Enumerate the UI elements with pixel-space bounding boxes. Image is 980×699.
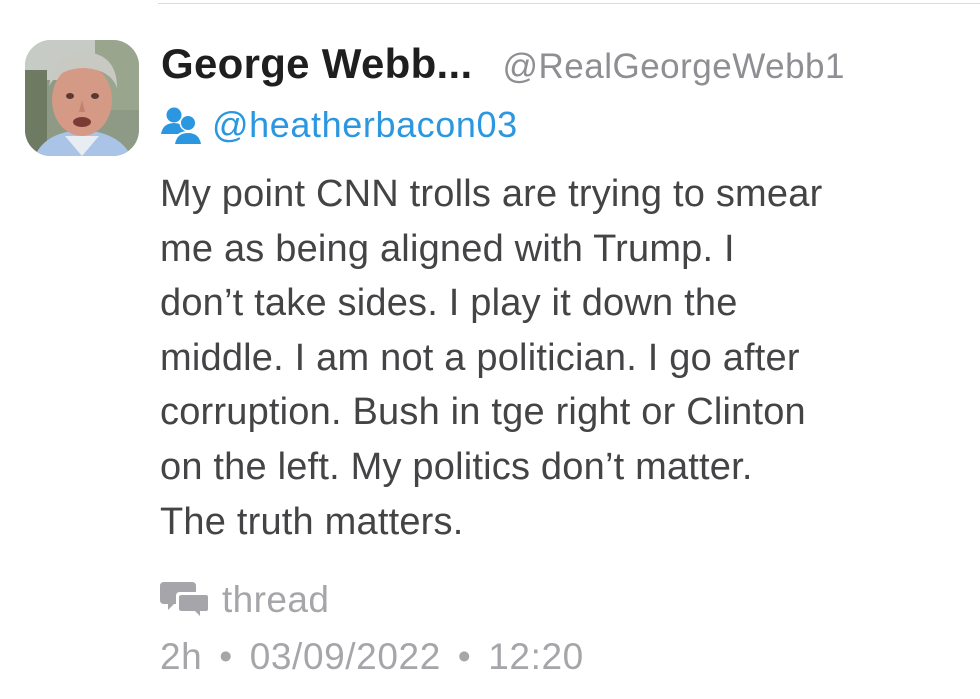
tweet-body-line: The truth matters. [160,500,464,543]
avatar[interactable] [25,40,139,156]
tweet-meta: 2h • 03/09/2022 • 12:20 [160,636,584,686]
tweet-header: George Webb... @RealGeorgeWebb1 [161,40,845,88]
tweet-body-line: me as being aligned with Trump. I [160,227,735,270]
tweet-body-line: don’t take sides. I play it down the [160,282,738,325]
reply-to-row[interactable]: @heatherbacon03 [160,100,518,150]
tweet-body: My point CNN trolls are trying to smear … [160,167,975,549]
reply-users-icon [160,102,206,148]
tweet-time: 12:20 [488,636,584,677]
thread-label: thread [222,579,330,620]
tweet-body-line: middle. I am not a politician. I go afte… [160,336,800,379]
avatar-photo [25,40,139,156]
tweet-body-line: My point CNN trolls are trying to smear [160,173,823,215]
tweet-body-line: on the left. My politics don’t matter. [160,445,753,488]
author-display-name[interactable]: George Webb... [161,40,472,87]
tweet-date: 03/09/2022 [249,636,441,677]
meta-separator: • [219,636,233,677]
thread-button[interactable]: thread [160,575,329,625]
top-divider [158,3,980,4]
meta-separator: • [457,636,472,677]
reply-to-handle[interactable]: @heatherbacon03 [212,104,518,146]
author-handle[interactable]: @RealGeorgeWebb1 [502,47,845,86]
thread-bubbles-icon [160,578,214,622]
tweet-age: 2h [160,636,203,677]
tweet-body-line: corruption. Bush in tge right or Clinton [160,391,806,434]
